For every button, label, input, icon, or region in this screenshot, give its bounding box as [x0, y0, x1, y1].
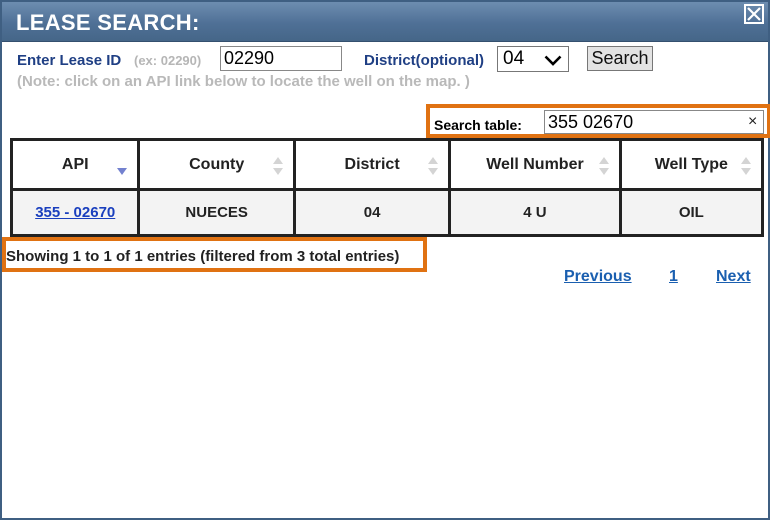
col-header-label: District [344, 155, 400, 173]
previous-page-link[interactable]: Previous [564, 268, 632, 286]
entries-info: Showing 1 to 1 of 1 entries (filtered fr… [6, 248, 400, 265]
dialog-title: LEASE SEARCH: [16, 10, 200, 35]
entries-info-highlight: Showing 1 to 1 of 1 entries (filtered fr… [2, 237, 427, 272]
lease-id-label: Enter Lease ID [17, 52, 122, 69]
col-header-label: API [61, 155, 89, 173]
sort-both-icon [272, 157, 283, 175]
sort-both-icon [428, 157, 439, 175]
col-header-well-number[interactable]: Well Number [448, 138, 622, 191]
search-button[interactable]: Search [587, 46, 653, 71]
district-selected-value: 04 [503, 48, 525, 69]
col-header-label: Well Type [654, 155, 728, 173]
cell-well-number: 4 U [448, 188, 622, 237]
col-header-api[interactable]: API [9, 138, 141, 191]
chevron-down-icon [544, 55, 562, 66]
title-bar: LEASE SEARCH: [2, 2, 768, 42]
sort-both-icon [741, 157, 751, 175]
table-header-row: API County District Well Number Well Typ… [9, 138, 765, 191]
table-search-input[interactable] [544, 110, 764, 134]
sort-desc-icon [117, 168, 128, 175]
col-header-label: Well Number [486, 155, 584, 173]
sort-both-icon [598, 157, 609, 175]
district-select[interactable]: 04 [497, 46, 569, 72]
cell-district: 04 [292, 188, 452, 237]
table-row: 355 - 02670 NUECES 04 4 U OIL [9, 188, 765, 237]
results-table: API County District Well Number Well Typ… [9, 138, 765, 237]
cell-well-type: OIL [618, 188, 765, 237]
next-page-link[interactable]: Next [716, 268, 751, 286]
clear-search-icon[interactable]: × [748, 113, 757, 131]
col-header-district[interactable]: District [292, 138, 452, 191]
lease-search-dialog: LEASE SEARCH: Enter Lease ID (ex: 02290)… [0, 0, 770, 520]
close-icon [747, 7, 761, 21]
lease-id-input[interactable] [220, 46, 342, 71]
col-header-county[interactable]: County [137, 138, 296, 191]
district-label: District(optional) [364, 52, 484, 69]
lease-id-hint: (ex: 02290) [134, 53, 202, 68]
col-header-label: County [189, 155, 245, 173]
col-header-well-type[interactable]: Well Type [618, 138, 765, 191]
cell-county: NUECES [137, 188, 296, 237]
map-note: (Note: click on an API link below to loc… [17, 73, 470, 90]
table-search-label: Search table: [434, 117, 522, 133]
page-1-link[interactable]: 1 [669, 268, 678, 286]
table-search-highlight: Search table: × [426, 104, 770, 138]
cell-api: 355 - 02670 [9, 188, 141, 237]
api-link[interactable]: 355 - 02670 [35, 204, 115, 221]
lease-form: Enter Lease ID (ex: 02290) District(opti… [17, 46, 757, 72]
close-button[interactable] [744, 4, 764, 24]
